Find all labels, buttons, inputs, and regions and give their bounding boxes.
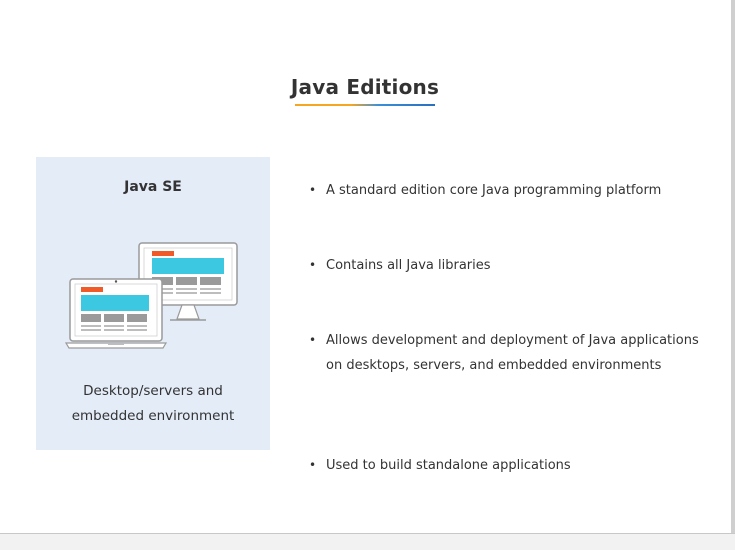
card-caption-line-2: embedded environment [71, 408, 235, 424]
list-item-text: Allows development and deployment of Jav… [326, 333, 699, 348]
slide: Java Editions Java SE Desktop/servers an… [0, 0, 730, 548]
list-item: • Contains all Java libraries [308, 253, 708, 278]
card-caption: Desktop/servers and embedded environment [36, 379, 270, 429]
list-item-text: Contains all Java libraries [326, 258, 491, 273]
list-item-text-continued: on desktops, servers, and embedded envir… [326, 358, 662, 373]
window-right-edge [731, 0, 735, 549]
list-item-text: Used to build standalone applications [326, 458, 571, 473]
list-item: • Allows development and deployment of J… [308, 328, 708, 378]
slide-title: Java Editions [290, 75, 440, 99]
feature-list: • A standard edition core Java programmi… [308, 178, 708, 548]
window-bottom-edge [0, 533, 735, 550]
title-underline [295, 104, 435, 106]
bullet-marker: • [309, 183, 317, 197]
list-item: • Used to build standalone applications [308, 453, 708, 478]
card-title: Java SE [124, 179, 182, 195]
bullet-marker: • [309, 333, 317, 347]
desktop-and-laptop-icon [64, 242, 238, 349]
card-caption-line-1: Desktop/servers and [83, 383, 223, 399]
bullet-marker: • [309, 258, 317, 272]
list-item: • A standard edition core Java programmi… [308, 178, 708, 203]
java-se-card: Java SE Desktop/servers and embedded env… [36, 157, 270, 450]
bullet-marker: • [309, 458, 317, 472]
list-item-text: A standard edition core Java programming… [326, 183, 662, 198]
